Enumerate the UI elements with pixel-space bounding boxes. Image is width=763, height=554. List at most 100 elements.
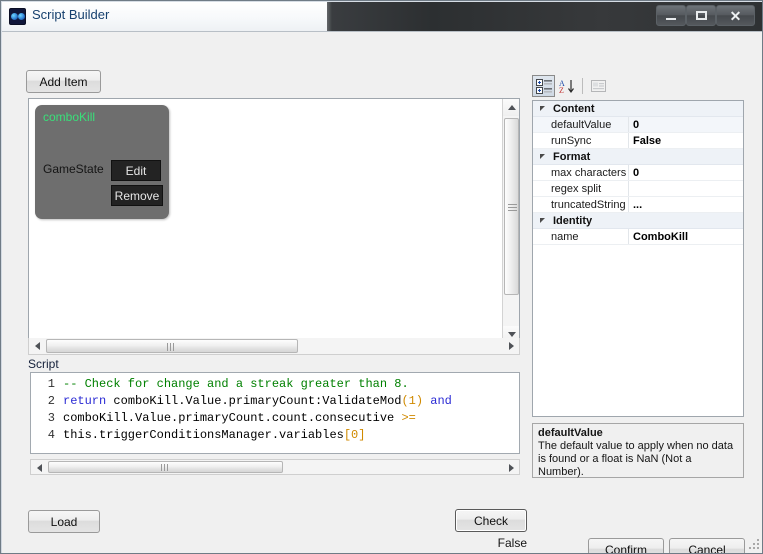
property-row[interactable]: name ComboKill <box>533 229 743 245</box>
grip-dot <box>757 543 759 545</box>
alphabetical-sort-button[interactable]: A Z <box>555 75 578 97</box>
grip-dot <box>749 547 751 549</box>
chevron-down-icon <box>507 332 516 337</box>
resize-grip[interactable] <box>747 537 761 551</box>
chevron-left-icon <box>34 341 40 350</box>
item-edit-button[interactable]: Edit <box>111 160 161 181</box>
horizontal-scroll-thumb[interactable] <box>46 339 298 353</box>
property-name: name <box>533 229 629 244</box>
maximize-button[interactable] <box>686 5 716 26</box>
check-result-text: False <box>497 536 527 550</box>
code-token: (1) <box>401 394 424 408</box>
add-item-button[interactable]: Add Item <box>26 70 101 93</box>
app-icon <box>9 8 26 25</box>
item-card-combokill[interactable]: comboKill GameState Edit Remove <box>35 105 169 219</box>
line-number: 1 <box>47 377 55 391</box>
expander-icon[interactable] <box>533 149 551 164</box>
property-value[interactable] <box>629 181 743 196</box>
alphabetical-sort-icon: A Z <box>559 79 574 94</box>
code-token: comboKill.Value.primaryCount:ValidateMod <box>106 394 402 408</box>
grip-dot <box>753 547 755 549</box>
expander-icon[interactable] <box>533 213 551 228</box>
property-value[interactable]: 0 <box>629 165 743 180</box>
chevron-right-icon <box>508 341 514 350</box>
items-horizontal-scrollbar[interactable] <box>28 338 520 355</box>
property-value[interactable]: False <box>629 133 743 148</box>
property-name: truncatedString <box>533 197 629 212</box>
code-line: -- Check for change and a streak greater… <box>63 376 517 393</box>
grip-dot <box>757 547 759 549</box>
property-row[interactable]: runSync False <box>533 133 743 149</box>
property-row[interactable]: regex split <box>533 181 743 197</box>
cancel-button[interactable]: Cancel <box>669 538 745 553</box>
load-button[interactable]: Load <box>28 510 100 533</box>
item-edit-label: Edit <box>125 163 147 178</box>
code-token: >= <box>401 411 416 425</box>
minimize-button[interactable] <box>656 5 686 26</box>
expander-icon[interactable] <box>533 101 551 116</box>
property-category-name: Format <box>553 151 591 163</box>
property-row[interactable]: defaultValue 0 <box>533 117 743 133</box>
items-vertical-scrollbar[interactable] <box>502 99 519 343</box>
vertical-scroll-thumb[interactable] <box>504 118 519 295</box>
script-editor[interactable]: 1 2 3 4 -- Check for change and a streak gr… <box>30 372 520 454</box>
chevron-up-icon <box>507 105 516 110</box>
check-label: Check <box>473 513 508 528</box>
script-scroll-left-button[interactable] <box>31 460 47 475</box>
toolbar-separator <box>582 78 583 94</box>
code-token: and <box>423 394 452 408</box>
line-number-gutter: 1 2 3 4 <box>31 373 61 453</box>
property-name: max characters <box>533 165 629 180</box>
scroll-thumb-grip <box>160 464 170 471</box>
load-label: Load <box>50 514 78 529</box>
property-description-title: defaultValue <box>538 427 603 439</box>
property-description-panel: defaultValue The default value to apply … <box>532 423 744 478</box>
client-area: Add Item comboKill GameState Edit Remove <box>2 31 762 554</box>
script-horizontal-scrollbar[interactable] <box>30 459 520 475</box>
property-category-header[interactable]: Content <box>533 101 743 117</box>
chevron-right-icon <box>508 463 514 472</box>
code-line: comboKill.Value.primaryCount.count.conse… <box>63 410 517 427</box>
confirm-label: Confirm <box>604 542 647 554</box>
item-remove-button[interactable]: Remove <box>111 185 163 206</box>
maximize-icon <box>695 11 707 20</box>
code-token: -- Check for change and a streak greater… <box>63 377 409 391</box>
check-button[interactable]: Check <box>455 509 527 532</box>
script-scroll-right-button[interactable] <box>503 460 519 475</box>
code-token: this.triggerConditionsManager.variables <box>63 428 344 442</box>
categorized-view-button[interactable] <box>532 75 555 97</box>
scroll-left-button[interactable] <box>29 338 45 353</box>
script-scroll-thumb[interactable] <box>48 461 283 473</box>
title-bar[interactable]: Script Builder ✕ <box>2 2 762 31</box>
line-number: 2 <box>47 394 55 408</box>
script-code[interactable]: -- Check for change and a streak greater… <box>63 376 517 444</box>
items-panel[interactable]: comboKill GameState Edit Remove <box>28 98 520 344</box>
script-label: Script <box>28 357 59 371</box>
property-row[interactable]: truncatedString... <box>533 197 743 213</box>
close-button[interactable]: ✕ <box>716 5 755 26</box>
grip-dot <box>757 539 759 541</box>
add-item-label: Add Item <box>39 74 88 89</box>
svg-text:Z: Z <box>559 86 564 94</box>
line-number: 4 <box>47 428 55 442</box>
property-grid[interactable]: Content defaultValue 0 runSync False Format ma… <box>532 100 744 417</box>
property-value[interactable]: ComboKill <box>629 229 743 244</box>
property-pages-button[interactable] <box>587 75 610 97</box>
property-category-header[interactable]: Identity <box>533 213 743 229</box>
property-value[interactable]: 0 <box>629 117 743 132</box>
property-category-header[interactable]: Format <box>533 149 743 165</box>
scroll-up-button[interactable] <box>503 99 519 116</box>
chevron-left-icon <box>36 463 42 472</box>
item-remove-label: Remove <box>114 188 160 203</box>
property-description-text: The default value to apply when no data … <box>538 440 734 478</box>
confirm-button[interactable]: Confirm <box>588 538 664 554</box>
property-name: defaultValue <box>533 117 629 132</box>
property-value[interactable]: ... <box>629 197 743 212</box>
minimize-icon <box>666 18 676 20</box>
property-row[interactable]: max characters 0 <box>533 165 743 181</box>
code-line: this.triggerConditionsManager.variables[… <box>63 427 517 444</box>
code-line: return comboKill.Value.primaryCount:Vali… <box>63 393 517 410</box>
line-number: 3 <box>47 411 55 425</box>
scroll-thumb-grip <box>167 343 176 351</box>
scroll-right-button[interactable] <box>503 338 519 353</box>
